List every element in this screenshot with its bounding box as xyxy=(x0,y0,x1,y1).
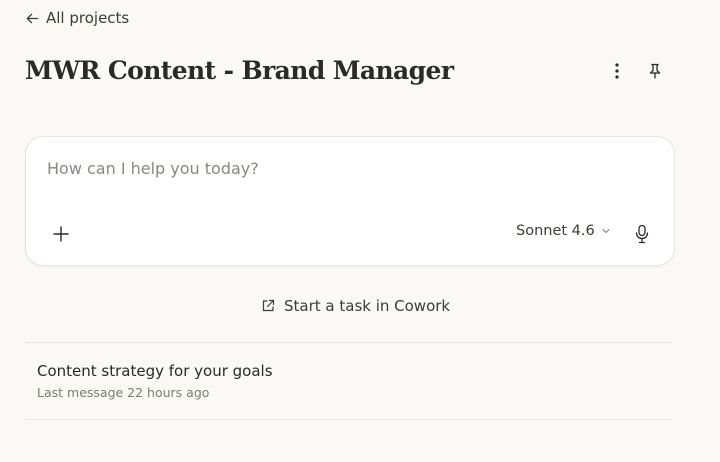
divider xyxy=(25,419,672,420)
chat-composer: Sonnet 4.6 xyxy=(25,136,675,266)
back-link-label: All projects xyxy=(46,9,130,27)
project-title: MWR Content - Brand Manager xyxy=(25,56,454,85)
back-to-all-projects-link[interactable]: All projects xyxy=(25,9,129,27)
cowork-link-label: Start a task in Cowork xyxy=(284,297,451,315)
more-options-button[interactable] xyxy=(604,58,630,84)
plus-icon xyxy=(53,226,69,242)
arrow-left-icon xyxy=(26,13,39,23)
chat-title: Content strategy for your goals xyxy=(37,362,273,380)
add-attachment-button[interactable] xyxy=(48,221,74,247)
chat-list-item[interactable]: Content strategy for your goals Last mes… xyxy=(25,343,672,419)
chevron-down-icon xyxy=(602,228,610,234)
model-selector[interactable]: Sonnet 4.6 xyxy=(516,223,611,239)
pin-icon xyxy=(649,63,661,79)
external-link-icon xyxy=(262,299,275,312)
microphone-icon xyxy=(635,224,649,244)
message-input[interactable] xyxy=(47,159,647,178)
model-name: Sonnet 4.6 xyxy=(516,223,595,239)
chat-last-message-time: Last message 22 hours ago xyxy=(37,385,210,400)
voice-input-button[interactable] xyxy=(629,221,655,247)
start-task-in-cowork-link[interactable]: Start a task in Cowork xyxy=(261,297,450,315)
pin-project-button[interactable] xyxy=(642,58,668,84)
more-vertical-icon xyxy=(615,63,619,79)
